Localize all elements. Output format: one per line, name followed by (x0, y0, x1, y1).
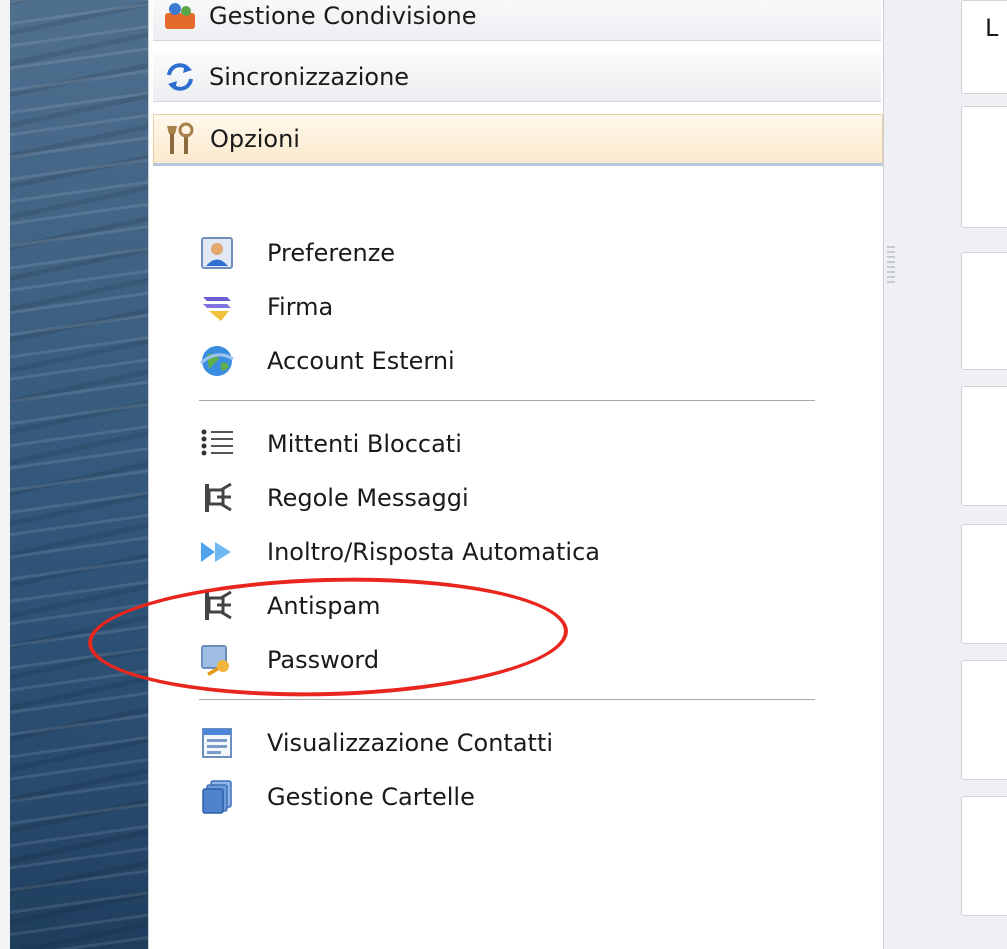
accordion-gestione-condivisione[interactable]: Gestione Condivisione (153, 0, 881, 41)
forward-icon (199, 534, 235, 570)
user-card-icon (199, 235, 235, 271)
menu-item-visualizzazione-contatti[interactable]: Visualizzazione Contatti (199, 716, 819, 770)
menu-separator (199, 400, 815, 401)
globe-icon (199, 343, 235, 379)
menu-item-account-esterni[interactable]: Account Esterni (199, 334, 819, 388)
window-edge (0, 0, 10, 949)
menu-item-inoltro-risposta[interactable]: Inoltro/Risposta Automatica (199, 525, 819, 579)
options-navigation-panel: Gestione Condivisione Sincronizzazione O… (148, 0, 884, 949)
menu-separator (199, 699, 815, 700)
desktop-background (10, 0, 150, 949)
menu-item-regole-messaggi[interactable]: Regole Messaggi (199, 471, 819, 525)
contacts-view-icon (199, 725, 235, 761)
sync-icon (163, 60, 197, 94)
menu-item-preferenze[interactable]: Preferenze (199, 226, 819, 280)
content-panel (904, 0, 1007, 949)
menu-item-antispam[interactable]: Antispam (199, 579, 819, 633)
tools-icon (164, 122, 198, 156)
content-card[interactable] (961, 106, 1007, 228)
options-menu: Preferenze Firma Account Esterni Mittent… (199, 226, 819, 824)
accordion-sincronizzazione[interactable]: Sincronizzazione (153, 53, 881, 102)
content-card[interactable] (961, 660, 1007, 780)
menu-item-firma[interactable]: Firma (199, 280, 819, 334)
content-card[interactable] (961, 524, 1007, 644)
rules-icon (199, 480, 235, 516)
content-header-text: L (985, 14, 999, 42)
content-card[interactable] (961, 0, 1007, 94)
folders-icon (199, 779, 235, 815)
splitter-grip[interactable] (887, 246, 895, 286)
content-card[interactable] (961, 386, 1007, 506)
menu-item-password[interactable]: Password (199, 633, 819, 687)
antispam-icon (199, 588, 235, 624)
menu-item-mittenti-bloccati[interactable]: Mittenti Bloccati (199, 417, 819, 471)
accordion-label: Opzioni (210, 125, 300, 153)
list-icon (199, 426, 235, 462)
accordion-opzioni[interactable]: Opzioni (153, 114, 883, 166)
pen-icon (199, 289, 235, 325)
accordion-label: Gestione Condivisione (209, 2, 477, 30)
share-management-icon (163, 0, 197, 33)
accordion-label: Sincronizzazione (209, 63, 410, 91)
content-card[interactable] (961, 252, 1007, 370)
panel-splitter[interactable] (884, 0, 904, 949)
key-icon (199, 642, 235, 678)
menu-item-gestione-cartelle[interactable]: Gestione Cartelle (199, 770, 819, 824)
content-card[interactable] (961, 796, 1007, 916)
